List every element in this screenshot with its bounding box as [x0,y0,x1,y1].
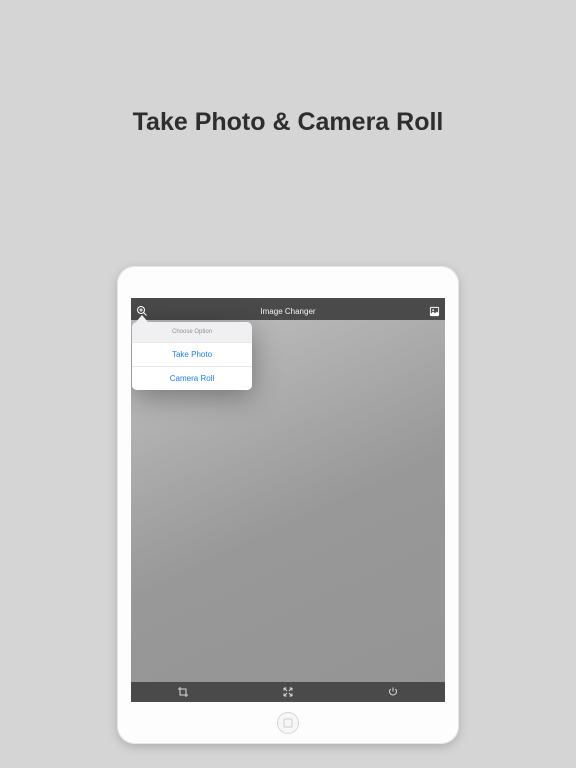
popover-body: Choose Option Take Photo Camera Roll [132,322,252,390]
add-button[interactable] [135,304,149,318]
crop-icon [177,686,189,698]
expand-arrows-icon [282,686,294,698]
app-header: Image Changer [131,302,445,320]
camera-roll-option[interactable]: Camera Roll [132,366,252,390]
popover-label: Choose Option [132,322,252,342]
resize-button[interactable] [236,682,341,702]
power-button[interactable] [340,682,445,702]
plus-magnify-icon [136,305,148,317]
power-icon [387,686,399,698]
home-button[interactable] [277,712,299,734]
choose-option-popover: Choose Option Take Photo Camera Roll [132,322,252,390]
header-title: Image Changer [131,307,445,316]
page-title: Take Photo & Camera Roll [0,108,576,137]
crop-button[interactable] [131,682,236,702]
screen: Image Changer Choose Option Take Photo C… [131,298,445,702]
take-photo-option[interactable]: Take Photo [132,342,252,366]
save-picture-icon [429,306,440,317]
save-button[interactable] [427,304,441,318]
app-footer [131,682,445,702]
device-frame: Image Changer Choose Option Take Photo C… [117,266,459,744]
